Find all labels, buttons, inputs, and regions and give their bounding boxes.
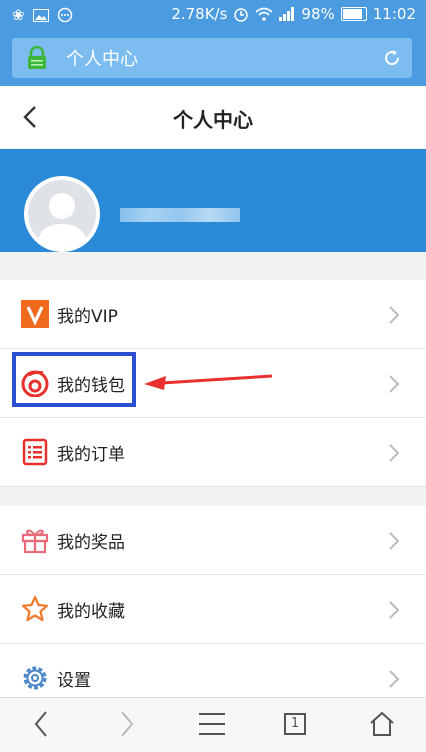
- alarm-icon: [234, 8, 249, 22]
- app-notification-icon: ❀: [12, 6, 25, 24]
- menu-item-favorites[interactable]: 我的收藏: [0, 575, 426, 644]
- chevron-right-icon: [389, 670, 400, 688]
- home-icon[interactable]: [368, 710, 396, 738]
- menu-icon[interactable]: [198, 712, 226, 736]
- chevron-right-icon: [389, 601, 400, 619]
- annotation-arrow-icon: [144, 374, 273, 390]
- wifi-icon: [255, 7, 274, 21]
- default-user-icon: [36, 193, 88, 248]
- tabs-button[interactable]: 1: [284, 713, 306, 735]
- avatar[interactable]: [24, 176, 100, 252]
- profile-banner[interactable]: [0, 149, 426, 252]
- nav-back-icon[interactable]: [32, 710, 50, 738]
- highlight-box: [12, 352, 136, 407]
- battery-icon: [340, 7, 367, 21]
- chevron-right-icon: [389, 306, 400, 324]
- menu-group-misc: 我的奖品 我的收藏 设置: [0, 506, 426, 713]
- menu-item-label: 我的VIP: [57, 307, 118, 327]
- menu-item-vip[interactable]: 我的VIP: [0, 280, 426, 349]
- blurred-username: [120, 208, 240, 222]
- page-title: 个人中心: [173, 108, 253, 132]
- gift-icon: [21, 529, 49, 554]
- status-bar: ❀ 2.78K/s 98% 11:02: [0, 0, 426, 30]
- menu-item-label: 设置: [57, 671, 91, 691]
- vip-icon: [21, 300, 49, 328]
- browser-toolbar: 个人中心: [0, 30, 426, 86]
- reload-icon[interactable]: [382, 48, 402, 68]
- menu-item-label: 我的订单: [57, 445, 125, 465]
- lock-icon: [28, 46, 46, 69]
- browser-bottom-nav: 1: [0, 697, 426, 752]
- address-title: 个人中心: [66, 49, 138, 70]
- nav-forward-icon[interactable]: [118, 710, 136, 738]
- gear-icon: [23, 666, 47, 690]
- order-icon: [22, 438, 48, 466]
- star-icon: [21, 595, 49, 622]
- chevron-right-icon: [389, 444, 400, 462]
- chevron-right-icon: [389, 375, 400, 393]
- address-bar[interactable]: 个人中心: [12, 38, 412, 78]
- menu-item-prizes[interactable]: 我的奖品: [0, 506, 426, 575]
- menu-item-label: 我的收藏: [57, 602, 125, 622]
- clock: 11:02: [372, 5, 416, 23]
- tab-count: 1: [290, 716, 300, 731]
- signal-icon: [279, 7, 295, 21]
- battery-percent: 98%: [301, 5, 335, 23]
- network-speed: 2.78K/s: [171, 5, 228, 23]
- menu-item-orders[interactable]: 我的订单: [0, 418, 426, 487]
- image-icon: [32, 8, 49, 22]
- menu-item-label: 我的奖品: [57, 533, 125, 553]
- chevron-right-icon: [389, 532, 400, 550]
- message-icon: [57, 7, 72, 23]
- page-header: 个人中心: [0, 86, 426, 148]
